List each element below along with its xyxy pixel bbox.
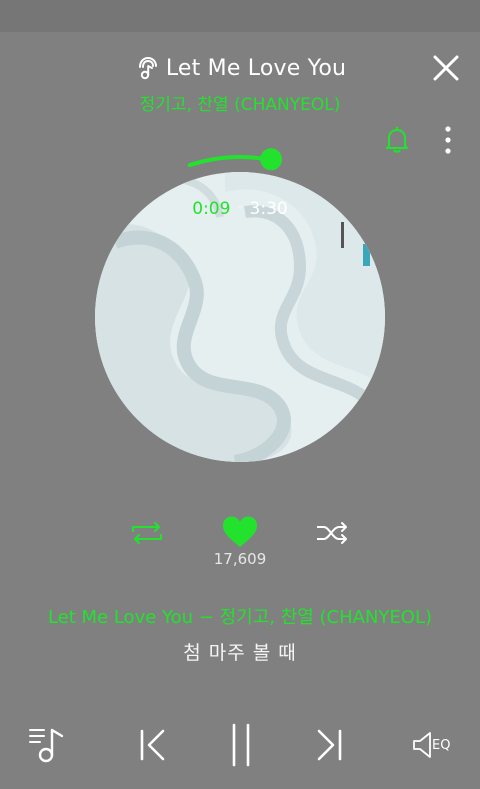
time-display: 0:09 • 3:30 xyxy=(0,199,480,219)
time-separator: • xyxy=(236,201,244,215)
repeat-icon[interactable] xyxy=(128,519,166,547)
bell-icon[interactable] xyxy=(384,126,410,154)
song-title: Let Me Love You xyxy=(165,55,347,81)
eq-label: EQ xyxy=(432,738,451,753)
heart-icon[interactable] xyxy=(220,514,260,550)
lyrics-title-line[interactable]: Let Me Love You − 정기고, 찬열 (CHANYEOL) xyxy=(0,603,480,629)
artist-name[interactable]: 정기고, 찬열 (CHANYEOL) xyxy=(0,90,480,115)
like-count: 17,609 xyxy=(213,550,267,568)
title-row: Let Me Love You xyxy=(0,52,480,84)
status-bar xyxy=(0,0,480,32)
mic-hand-icon xyxy=(138,56,157,80)
current-time: 0:09 xyxy=(192,199,231,219)
duration: 3:30 xyxy=(249,199,288,219)
speaker-icon xyxy=(413,732,431,758)
previous-icon[interactable] xyxy=(136,726,170,764)
progress-knob[interactable] xyxy=(260,148,283,171)
playlist-music-icon[interactable] xyxy=(26,722,70,766)
pause-icon[interactable] xyxy=(226,722,256,768)
shuffle-icon[interactable] xyxy=(314,519,352,547)
progress-arc xyxy=(187,155,270,168)
eq-button[interactable]: EQ xyxy=(410,726,466,764)
next-icon[interactable] xyxy=(312,726,346,764)
lyrics-current-line[interactable]: 첨 마주 볼 때 xyxy=(0,638,480,665)
close-icon[interactable] xyxy=(428,50,464,86)
more-vertical-icon[interactable] xyxy=(436,124,460,156)
